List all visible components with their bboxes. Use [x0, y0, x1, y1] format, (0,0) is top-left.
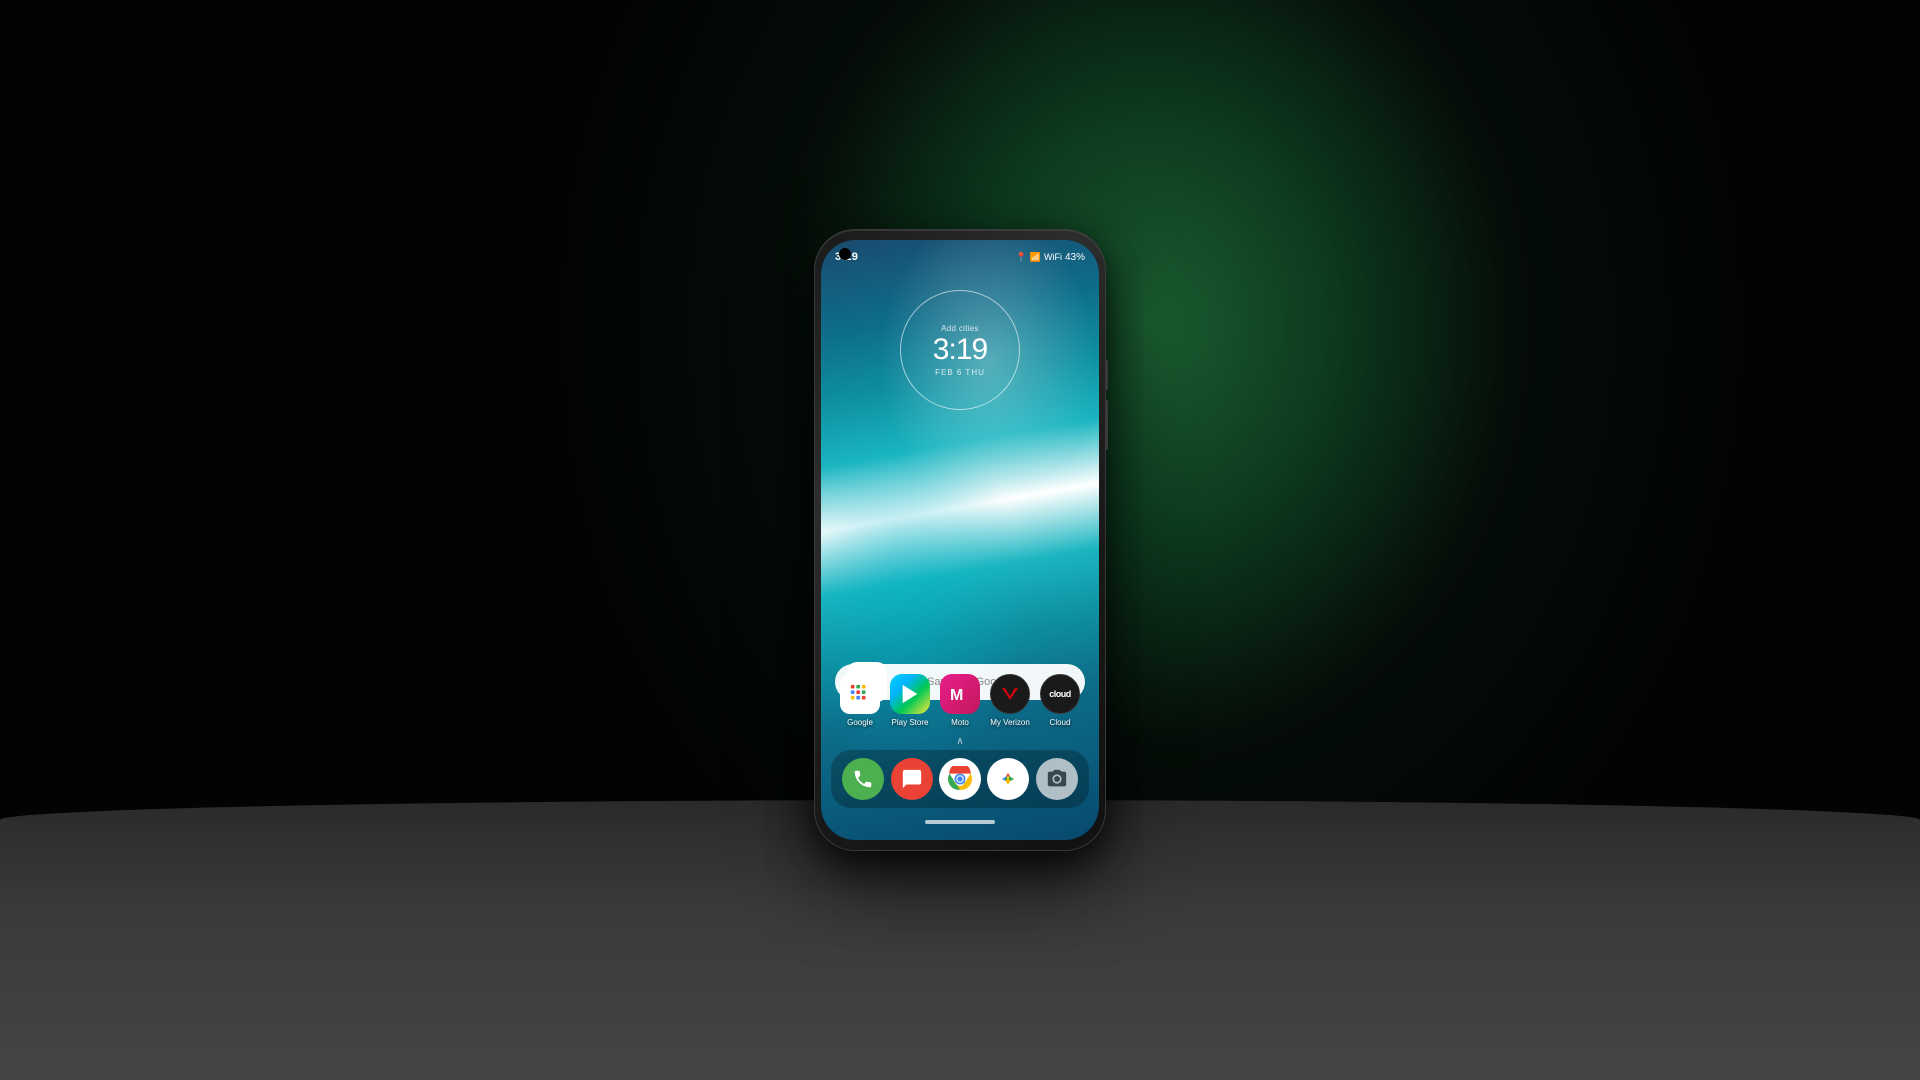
phone-screen: 3:19 📍 📶 WiFi 43% Add cities 3:19 FEB 6 …: [821, 240, 1099, 840]
dock: [831, 750, 1089, 808]
play-store-app-label: Play Store: [892, 718, 929, 727]
swipe-up-indicator: ∧: [956, 736, 963, 747]
phone-body: 3:19 📍 📶 WiFi 43% Add cities 3:19 FEB 6 …: [815, 230, 1105, 850]
app-item-moto[interactable]: M Moto: [938, 674, 982, 727]
signal-icon: 📶: [1030, 252, 1041, 263]
app-item-verizon[interactable]: My Verizon: [988, 674, 1032, 727]
volume-button[interactable]: [1105, 360, 1108, 390]
google-app-label: Google: [847, 718, 873, 727]
app-item-playstore[interactable]: Play Store: [888, 674, 932, 727]
clock-widget[interactable]: Add cities 3:19 FEB 6 THU: [900, 290, 1020, 410]
chrome-dock-icon: [939, 758, 981, 800]
wifi-icon: WiFi: [1044, 252, 1062, 262]
location-icon: 📍: [1016, 252, 1027, 263]
status-bar: 3:19 📍 📶 WiFi 43%: [821, 240, 1099, 268]
power-button[interactable]: [1105, 400, 1108, 450]
status-icons: 📍 📶 WiFi 43%: [1016, 252, 1085, 263]
clock-add-cities-label: Add cities: [941, 324, 979, 333]
verizon-app-icon: [990, 674, 1030, 714]
battery-level: 43%: [1065, 252, 1085, 263]
google-app-icon: [840, 674, 880, 714]
moto-app-icon: M: [940, 674, 980, 714]
photos-dock-icon: [987, 758, 1029, 800]
clock-circle: Add cities 3:19 FEB 6 THU: [900, 290, 1020, 410]
moto-app-label: Moto: [951, 718, 969, 727]
phone-dock-icon: [842, 758, 884, 800]
app-item-cloud[interactable]: cloud Cloud: [1038, 674, 1082, 727]
messages-dock-icon: [891, 758, 933, 800]
cloud-app-icon: cloud: [1040, 674, 1080, 714]
cloud-app-label: Cloud: [1050, 718, 1071, 727]
app-grid: Google Play Store: [821, 674, 1099, 755]
camera-dock-icon: [1036, 758, 1078, 800]
dock-photos[interactable]: [986, 758, 1030, 800]
home-indicator[interactable]: [925, 820, 995, 824]
dock-chrome[interactable]: [938, 758, 982, 800]
svg-text:M: M: [950, 687, 963, 704]
verizon-app-label: My Verizon: [990, 718, 1030, 727]
dock-messages[interactable]: [890, 758, 934, 800]
app-row-main: Google Play Store: [835, 674, 1085, 727]
clock-time: 3:19: [933, 335, 987, 365]
play-store-app-icon: [890, 674, 930, 714]
app-item-google[interactable]: Google: [838, 674, 882, 727]
dock-camera[interactable]: [1035, 758, 1079, 800]
phone-device: 3:19 📍 📶 WiFi 43% Add cities 3:19 FEB 6 …: [815, 230, 1105, 850]
clock-date: FEB 6 THU: [935, 368, 985, 377]
camera-cutout: [839, 248, 851, 260]
dock-phone[interactable]: [841, 758, 885, 800]
